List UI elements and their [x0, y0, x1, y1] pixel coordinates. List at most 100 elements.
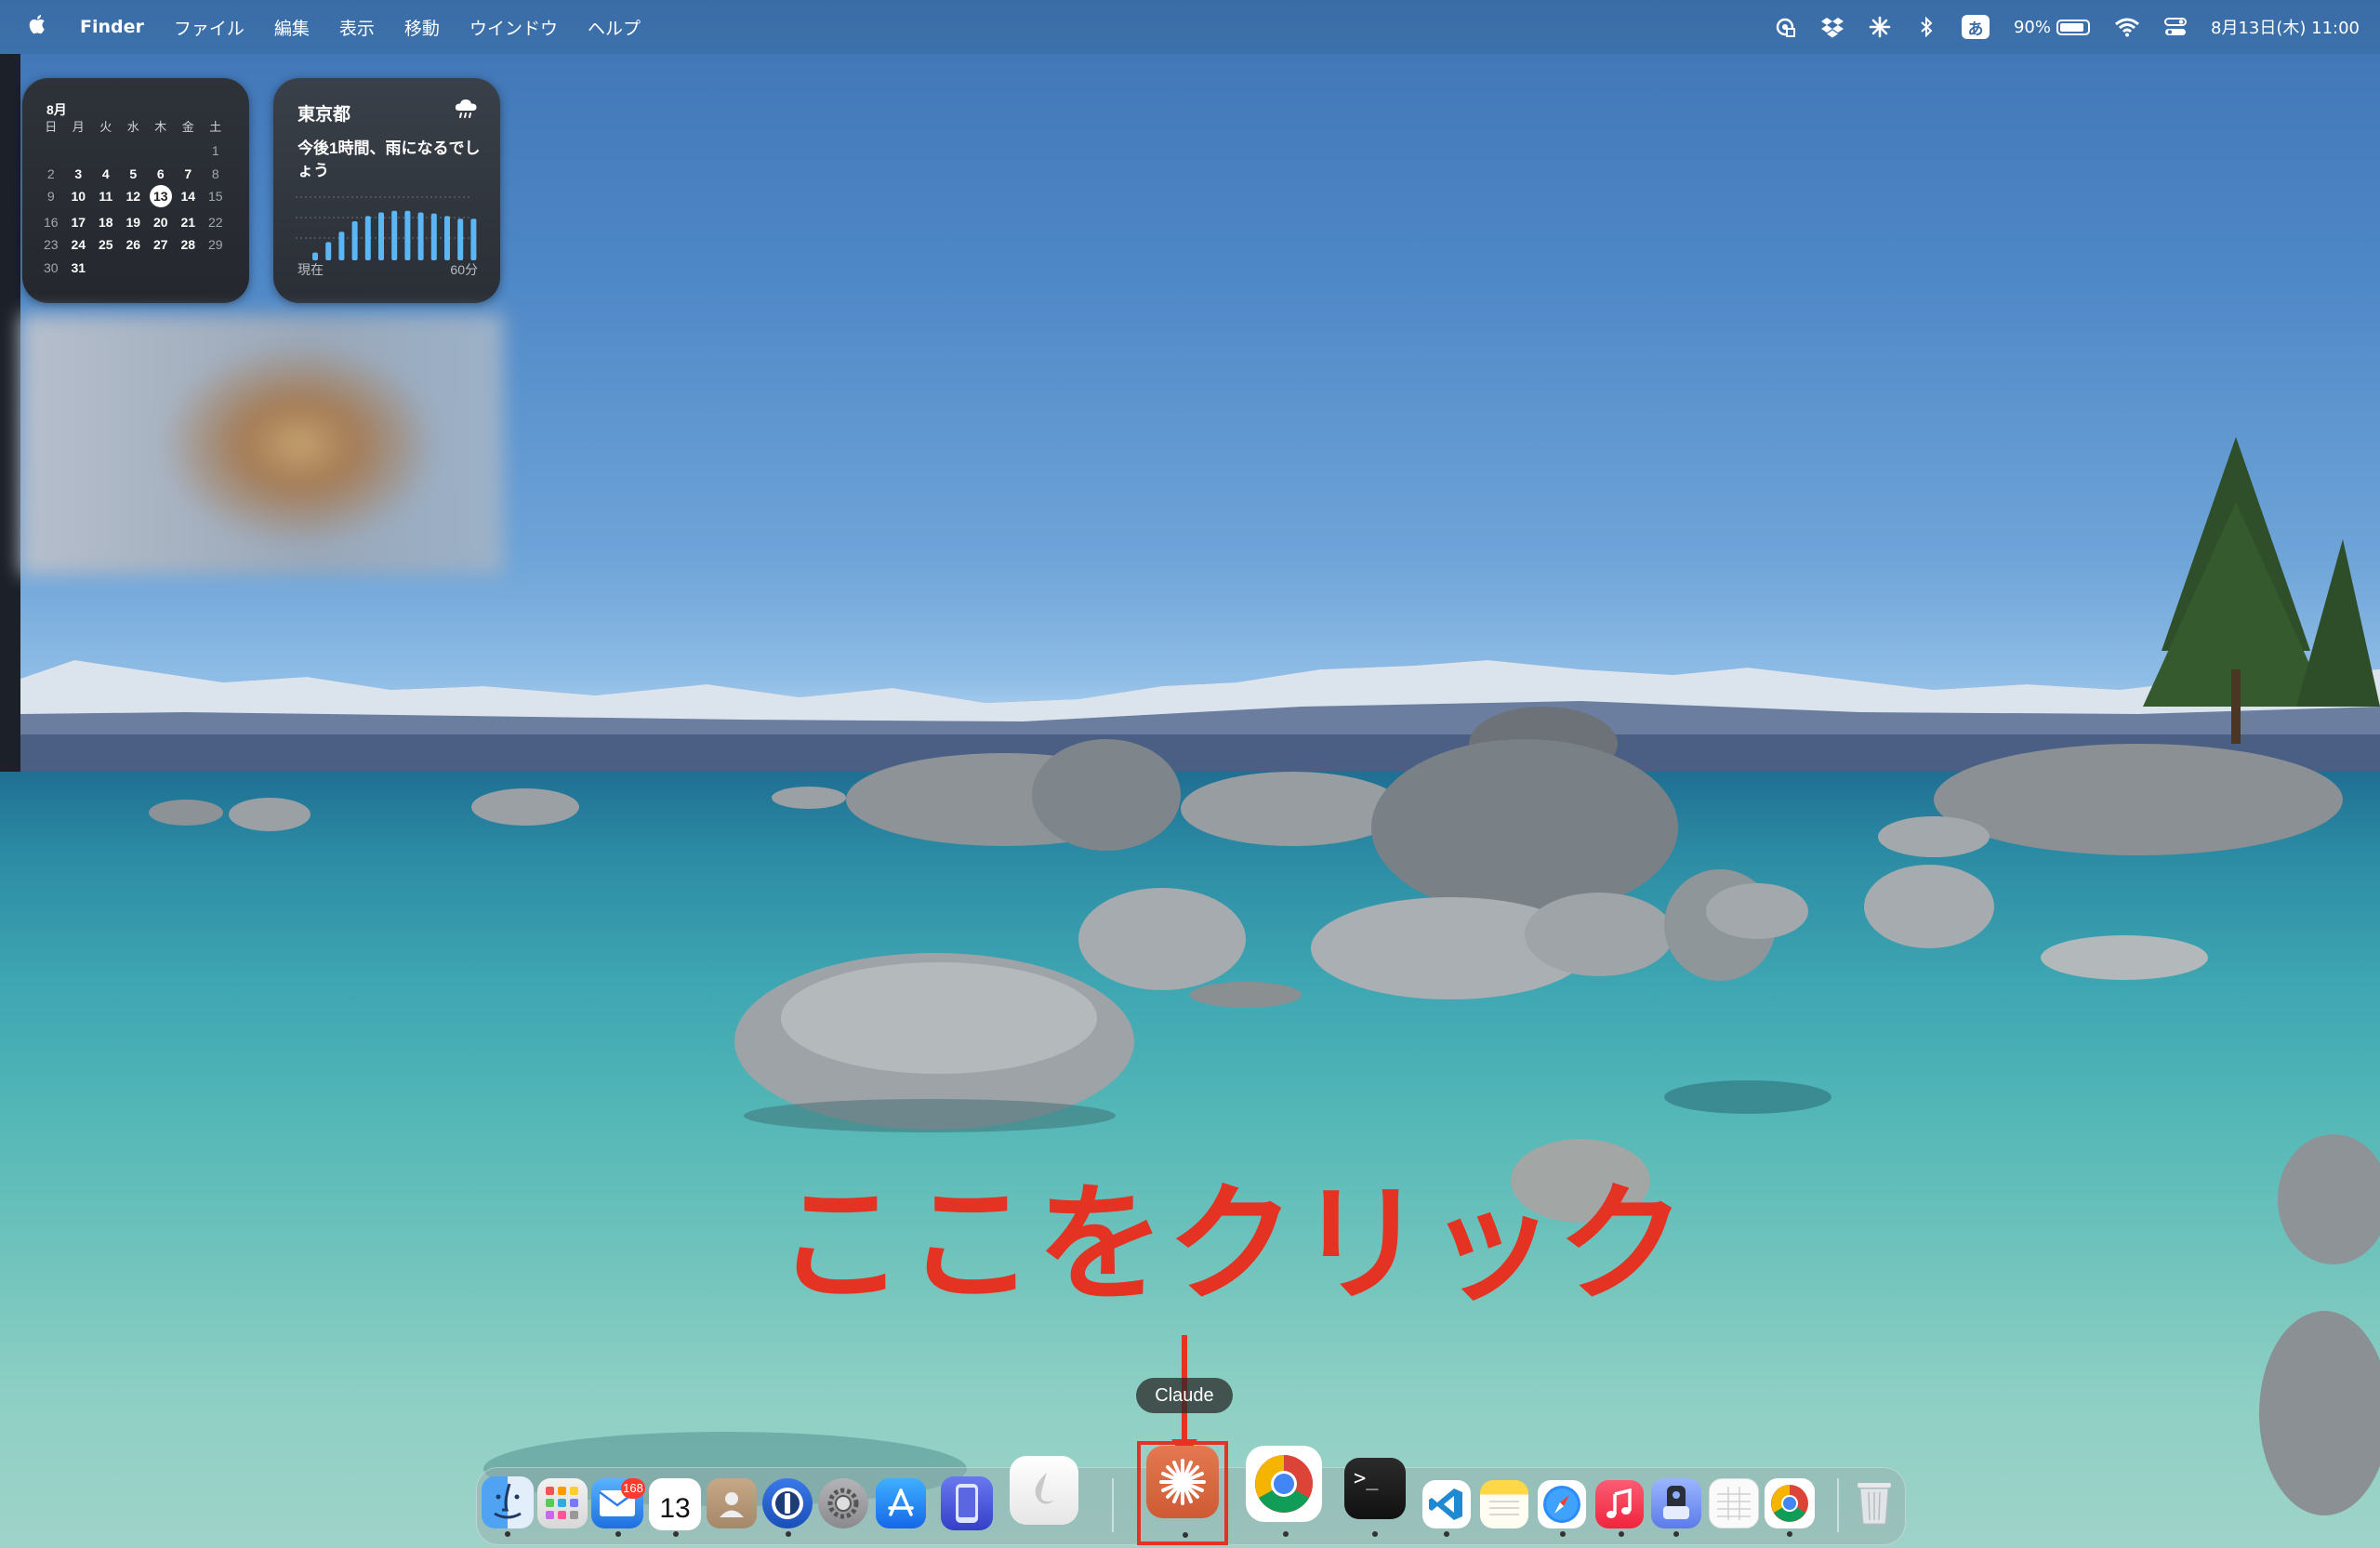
1password-icon[interactable] — [762, 1478, 813, 1528]
control-center-icon[interactable] — [2164, 16, 2187, 38]
trash-icon[interactable] — [1850, 1475, 1898, 1530]
system-settings-icon[interactable] — [818, 1478, 868, 1528]
weather-widget[interactable]: 東京都 今後1時間、雨になるでしょう 現在 60分 — [273, 78, 500, 303]
calendar-empty-cell — [92, 259, 120, 277]
dock-separator — [1112, 1478, 1114, 1532]
running-indicator — [786, 1531, 791, 1537]
calendar-day: 27 — [152, 237, 168, 253]
running-indicator — [1444, 1531, 1449, 1537]
input-method-indicator[interactable]: あ — [1961, 15, 1990, 39]
calendar-empty-cell — [120, 142, 148, 160]
weather-message: 今後1時間、雨になるでしょう — [298, 139, 481, 179]
running-indicator — [505, 1531, 510, 1537]
precip-bar — [444, 216, 450, 260]
menu-file[interactable]: ファイル — [159, 15, 259, 40]
calendar-day: 21 — [180, 214, 196, 230]
calendar-icon[interactable]: 13 — [649, 1478, 701, 1530]
app-store-icon[interactable] — [876, 1478, 926, 1528]
precip-bar — [325, 242, 332, 260]
precip-bar — [338, 232, 345, 260]
calendar-month: 8月 — [46, 102, 67, 117]
running-indicator — [1619, 1531, 1624, 1537]
weekday-header: 金 — [181, 120, 194, 134]
calendar-empty-cell — [147, 259, 175, 277]
weekday-header: 火 — [99, 120, 112, 134]
precip-bar — [378, 212, 384, 260]
claude-icon-highlight — [1137, 1441, 1228, 1545]
finder-helper-icon[interactable] — [1651, 1478, 1701, 1528]
safari-icon[interactable] — [1538, 1480, 1586, 1528]
running-indicator — [615, 1531, 621, 1537]
calendar-day: 8 — [211, 165, 219, 181]
iphone-mirroring-icon[interactable] — [941, 1476, 993, 1530]
claude-menubar-icon[interactable] — [1869, 16, 1891, 38]
calendar-empty-cell — [147, 142, 175, 160]
calendar-day: 3 — [74, 165, 83, 181]
calendar-day: 4 — [101, 165, 110, 181]
apple-menu-icon[interactable] — [0, 12, 65, 42]
textedit-icon[interactable] — [1709, 1478, 1759, 1528]
precip-bar — [364, 216, 371, 260]
calendar-day: 22 — [207, 214, 223, 230]
battery-percent: 90% — [2013, 17, 2051, 37]
menu-help[interactable]: ヘルプ — [573, 15, 655, 40]
dropbox-icon[interactable] — [1820, 16, 1844, 38]
clock[interactable]: 8月13日(木) 11:00 — [2211, 15, 2360, 39]
calendar-empty-cell — [175, 259, 203, 277]
precip-bar — [430, 213, 437, 260]
calendar-day: 7 — [184, 165, 192, 181]
menu-go[interactable]: 移動 — [390, 15, 455, 40]
calendar-day: 6 — [156, 165, 165, 181]
precip-bar — [404, 210, 411, 260]
terminal-prompt: >_ — [1354, 1467, 1379, 1490]
precip-bar — [391, 210, 398, 260]
mail-unread-badge: 168 — [621, 1478, 645, 1499]
unknown-app-icon[interactable] — [1010, 1456, 1078, 1525]
launchpad-icon[interactable] — [537, 1478, 588, 1528]
calendar-empty-cell — [202, 259, 230, 277]
menu-edit[interactable]: 編集 — [259, 15, 324, 40]
calendar-day: 24 — [71, 237, 86, 253]
calendar-widget[interactable]: 8月 日月火水木金土 1 2 3 4 5 6 7 8 9 10 11 12 13 14 15 16 17 18 19 2… — [22, 78, 249, 303]
weekday-header: 木 — [154, 120, 167, 134]
dock-tooltip: Claude — [1136, 1378, 1233, 1413]
bluetooth-icon[interactable] — [1915, 16, 1937, 38]
running-indicator — [673, 1531, 679, 1537]
click-here-annotation: ここをクリック — [776, 1170, 1688, 1319]
precip-bar — [457, 218, 464, 260]
battery-icon — [2056, 19, 2090, 35]
notes-icon[interactable] — [1480, 1480, 1528, 1528]
terminal-icon[interactable]: >_ — [1344, 1458, 1406, 1519]
battery-status[interactable]: 90% — [2014, 16, 2090, 38]
calendar-empty-cell — [65, 142, 93, 160]
finder-icon[interactable] — [482, 1476, 534, 1528]
calendar-day: 25 — [98, 237, 113, 253]
calendar-day: 26 — [126, 237, 141, 253]
wifi-icon[interactable] — [2114, 16, 2140, 38]
calendar-day: 31 — [71, 260, 86, 276]
calendar-day: 1 — [211, 142, 219, 158]
precip-bar — [417, 212, 424, 260]
calendar-day: 14 — [180, 189, 196, 205]
chrome-icon[interactable] — [1246, 1446, 1322, 1522]
menu-app-name[interactable]: Finder — [65, 17, 159, 37]
calendar-day: 23 — [43, 237, 59, 253]
weekday-header: 水 — [126, 120, 139, 134]
contacts-icon[interactable] — [707, 1478, 757, 1528]
screen-share-icon[interactable] — [1774, 16, 1796, 38]
running-indicator — [1673, 1531, 1679, 1537]
vscode-icon[interactable] — [1422, 1480, 1471, 1528]
dock-separator-trash — [1837, 1478, 1839, 1532]
weekday-header: 日 — [45, 120, 58, 134]
calendar-icon-day: 13 — [659, 1493, 691, 1524]
weekday-header: 月 — [72, 120, 85, 134]
menu-window[interactable]: ウインドウ — [455, 15, 573, 40]
photo-widget-blurred[interactable] — [20, 314, 504, 575]
calendar-day: 19 — [126, 214, 141, 230]
chrome-alt-icon[interactable] — [1765, 1478, 1815, 1528]
rain-cloud-icon — [454, 99, 478, 124]
running-indicator — [1787, 1531, 1792, 1537]
calendar-day: 11 — [99, 189, 113, 205]
music-icon[interactable] — [1595, 1480, 1644, 1528]
menu-view[interactable]: 表示 — [324, 15, 390, 40]
